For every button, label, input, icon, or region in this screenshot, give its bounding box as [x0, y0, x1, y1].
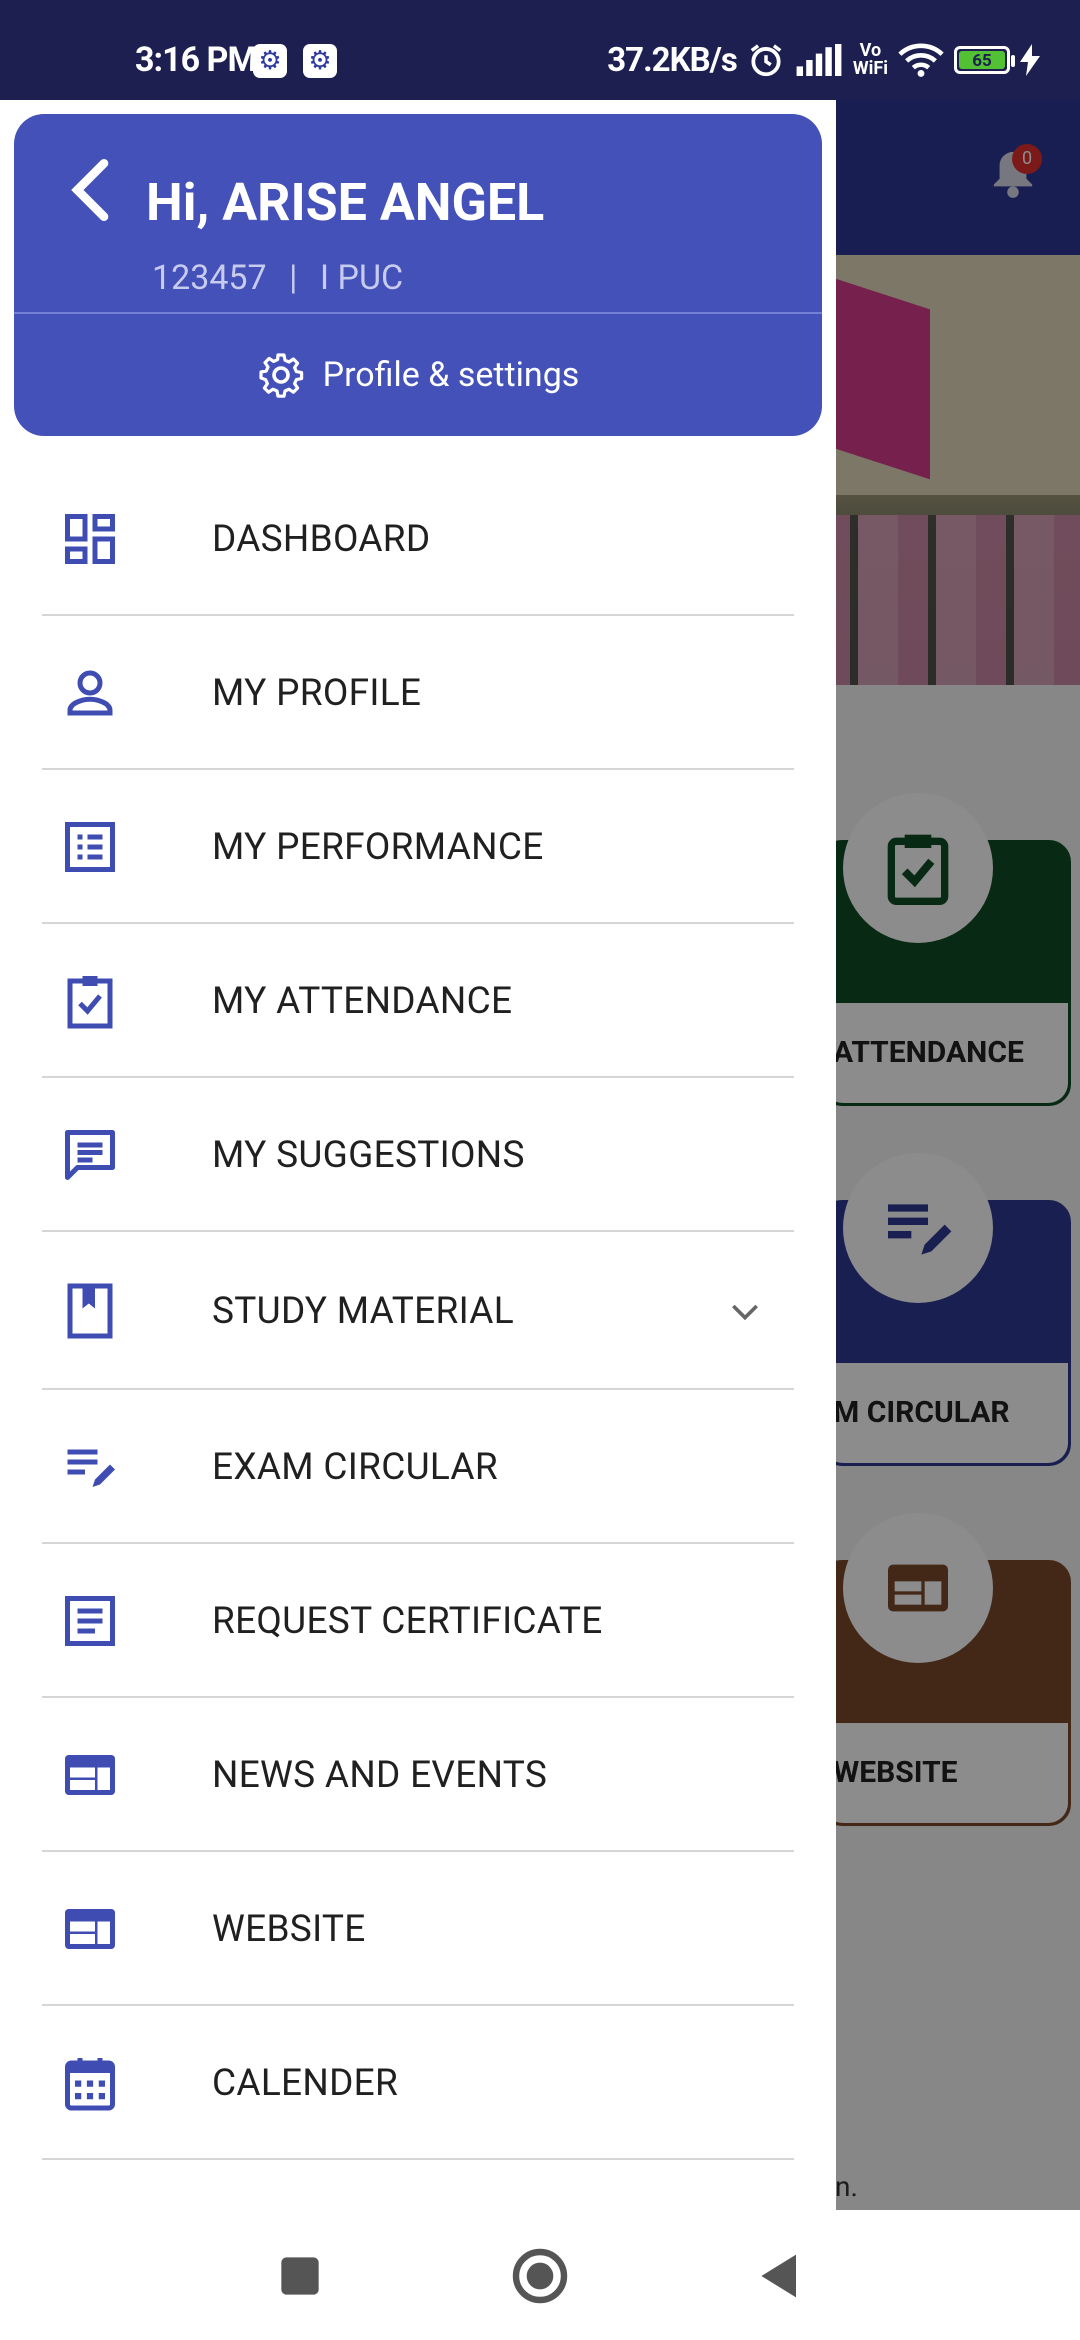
- menu-item-label: DASHBOARD: [212, 517, 431, 561]
- menu-item-label: MY PERFORMANCE: [212, 825, 544, 869]
- chat-icon: [65, 1130, 115, 1180]
- signal-icon: [796, 44, 842, 76]
- wifi-icon: [898, 43, 944, 77]
- settings-app-icon: ⚙: [253, 44, 287, 78]
- student-info: 123457 | I PUC: [152, 258, 403, 298]
- user-greeting: Hi, ARISE ANGEL: [146, 172, 545, 233]
- menu-item-label: NEWS AND EVENTS: [212, 1753, 548, 1797]
- recents-button[interactable]: [268, 2244, 332, 2308]
- gear-icon: [259, 353, 303, 398]
- dashboard-icon: [65, 514, 115, 564]
- web-icon: [65, 1909, 115, 1949]
- back-button[interactable]: [748, 2244, 812, 2308]
- network-speed: 37.2KB/s: [607, 40, 738, 80]
- alarm-icon: [750, 44, 782, 77]
- student-id: 123457: [152, 258, 267, 298]
- drawer-menu: DASHBOARD MY PROFILE MY PERFORMANCE MY A…: [0, 462, 836, 2160]
- status-time: 3:16 PM: [135, 40, 257, 80]
- menu-item-calender[interactable]: CALENDER: [0, 2006, 836, 2160]
- navigation-drawer: Hi, ARISE ANGEL 123457 | I PUC Profile &…: [0, 100, 836, 2210]
- battery-icon: 65: [954, 46, 1015, 74]
- status-icons: 37.2KB/s Vo WiFi 65: [607, 40, 1040, 80]
- back-arrow-icon[interactable]: [54, 150, 134, 230]
- vowifi-indicator: Vo WiFi: [853, 42, 888, 78]
- web-icon: [65, 1755, 115, 1795]
- menu-item-label: WEBSITE: [212, 1907, 366, 1951]
- menu-item-my-performance[interactable]: MY PERFORMANCE: [0, 770, 836, 924]
- chevron-down-icon[interactable]: [725, 1291, 765, 1331]
- profile-settings-button[interactable]: Profile & settings: [14, 314, 822, 436]
- menu-item-label: MY SUGGESTIONS: [212, 1133, 525, 1177]
- menu-item-request-certificate[interactable]: REQUEST CERTIFICATE: [0, 1544, 836, 1698]
- menu-item-study-material[interactable]: STUDY MATERIAL: [0, 1232, 836, 1390]
- menu-item-label: REQUEST CERTIFICATE: [212, 1599, 603, 1643]
- article-icon: [65, 1596, 115, 1646]
- book-icon: [67, 1283, 113, 1339]
- menu-item-news-and-events[interactable]: NEWS AND EVENTS: [0, 1698, 836, 1852]
- menu-item-label: MY PROFILE: [212, 671, 422, 715]
- menu-item-my-attendance[interactable]: MY ATTENDANCE: [0, 924, 836, 1078]
- system-nav-bar: [0, 2210, 1080, 2340]
- battery-level: 65: [959, 51, 1005, 71]
- menu-item-dashboard[interactable]: DASHBOARD: [0, 462, 836, 616]
- menu-item-exam-circular[interactable]: EXAM CIRCULAR: [0, 1390, 836, 1544]
- charging-icon: [1020, 44, 1040, 76]
- home-button[interactable]: [508, 2244, 572, 2308]
- settings-app-icon: ⚙: [303, 44, 337, 78]
- clipboard-check-icon: [67, 976, 113, 1029]
- status-bar: 3:16 PM ⚙ ⚙ 37.2KB/s Vo WiFi 65: [0, 0, 1080, 100]
- menu-item-my-profile[interactable]: MY PROFILE: [0, 616, 836, 770]
- person-icon: [67, 670, 113, 716]
- edit-notes-icon: [67, 1449, 115, 1487]
- menu-item-label: STUDY MATERIAL: [212, 1289, 514, 1333]
- profile-settings-label: Profile & settings: [322, 355, 580, 395]
- student-class: I PUC: [319, 258, 404, 298]
- list-alt-icon: [65, 822, 115, 872]
- menu-item-label: EXAM CIRCULAR: [212, 1445, 498, 1489]
- menu-item-label: MY ATTENDANCE: [212, 979, 513, 1023]
- calendar-icon: [65, 2058, 115, 2111]
- menu-item-my-suggestions[interactable]: MY SUGGESTIONS: [0, 1078, 836, 1232]
- menu-item-label: CALENDER: [212, 2061, 399, 2105]
- vowifi-bottom: WiFi: [852, 58, 888, 79]
- drawer-header: Hi, ARISE ANGEL 123457 | I PUC Profile &…: [14, 114, 822, 436]
- info-separator: |: [289, 258, 298, 298]
- menu-item-website[interactable]: WEBSITE: [0, 1852, 836, 2006]
